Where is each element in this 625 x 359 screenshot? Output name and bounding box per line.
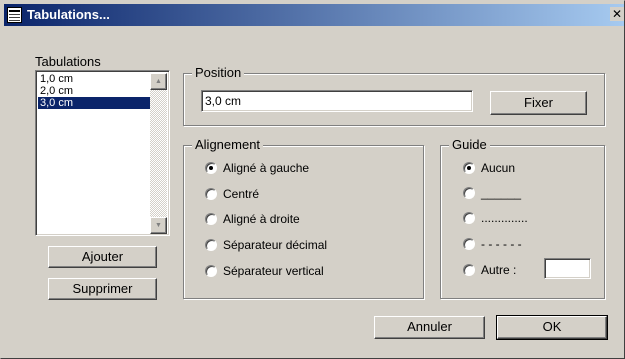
scroll-down-icon[interactable]: ▼ xyxy=(150,217,167,234)
radio-label: .............. xyxy=(481,211,528,225)
list-item[interactable]: 2,0 cm xyxy=(38,85,150,97)
radio-label: Séparateur décimal xyxy=(223,238,328,252)
radio-label: ______ xyxy=(481,186,522,200)
alignment-group-title: Alignement xyxy=(192,137,264,153)
ok-button[interactable]: OK xyxy=(496,315,608,340)
radio-button[interactable] xyxy=(463,212,475,224)
radio-label: - - - - - - xyxy=(481,237,522,251)
radio-button[interactable] xyxy=(463,187,475,199)
radio-label: Centré xyxy=(223,187,260,201)
list-item[interactable]: 1,0 cm xyxy=(38,73,150,85)
close-icon[interactable]: ✕ xyxy=(610,7,624,21)
radio-button[interactable] xyxy=(463,238,475,250)
cancel-button[interactable]: Annuler xyxy=(374,316,485,339)
radio-button[interactable] xyxy=(205,162,217,174)
tabs-list-label: Tabulations xyxy=(35,54,101,69)
radio-label: Aligné à gauche xyxy=(223,161,310,175)
add-button[interactable]: Ajouter xyxy=(48,246,157,268)
radio-label: Aucun xyxy=(481,161,516,175)
window-title: Tabulations... xyxy=(27,7,110,22)
remove-button[interactable]: Supprimer xyxy=(48,278,157,300)
radio-button[interactable] xyxy=(205,239,217,251)
radio-label: Aligné à droite xyxy=(223,212,300,226)
window-app-icon xyxy=(7,7,22,23)
dialog-window: Tabulations... ✕ Tabulations 1,0 cm 2,0 … xyxy=(0,0,625,359)
radio-button[interactable] xyxy=(463,162,475,174)
list-scrollbar[interactable]: ▲ ▼ xyxy=(150,73,167,234)
position-input[interactable]: 3,0 cm xyxy=(201,90,473,112)
leader-group-title: Guide xyxy=(449,137,490,153)
leader-other-input[interactable] xyxy=(544,258,591,279)
scroll-up-icon[interactable]: ▲ xyxy=(150,73,167,90)
title-bar[interactable]: Tabulations... ✕ xyxy=(4,4,624,26)
set-button[interactable]: Fixer xyxy=(490,91,587,115)
radio-label: Séparateur vertical xyxy=(223,264,324,278)
list-item-selected[interactable]: 3,0 cm xyxy=(38,97,150,109)
radio-button[interactable] xyxy=(205,188,217,200)
tabs-listbox[interactable]: 1,0 cm 2,0 cm 3,0 cm ▲ ▼ xyxy=(35,70,170,236)
radio-button[interactable] xyxy=(205,265,217,277)
position-input-value: 3,0 cm xyxy=(205,94,242,108)
radio-button[interactable] xyxy=(463,264,475,276)
position-group-title: Position xyxy=(192,65,245,81)
radio-label: Autre : xyxy=(481,263,517,277)
radio-button[interactable] xyxy=(205,213,217,225)
